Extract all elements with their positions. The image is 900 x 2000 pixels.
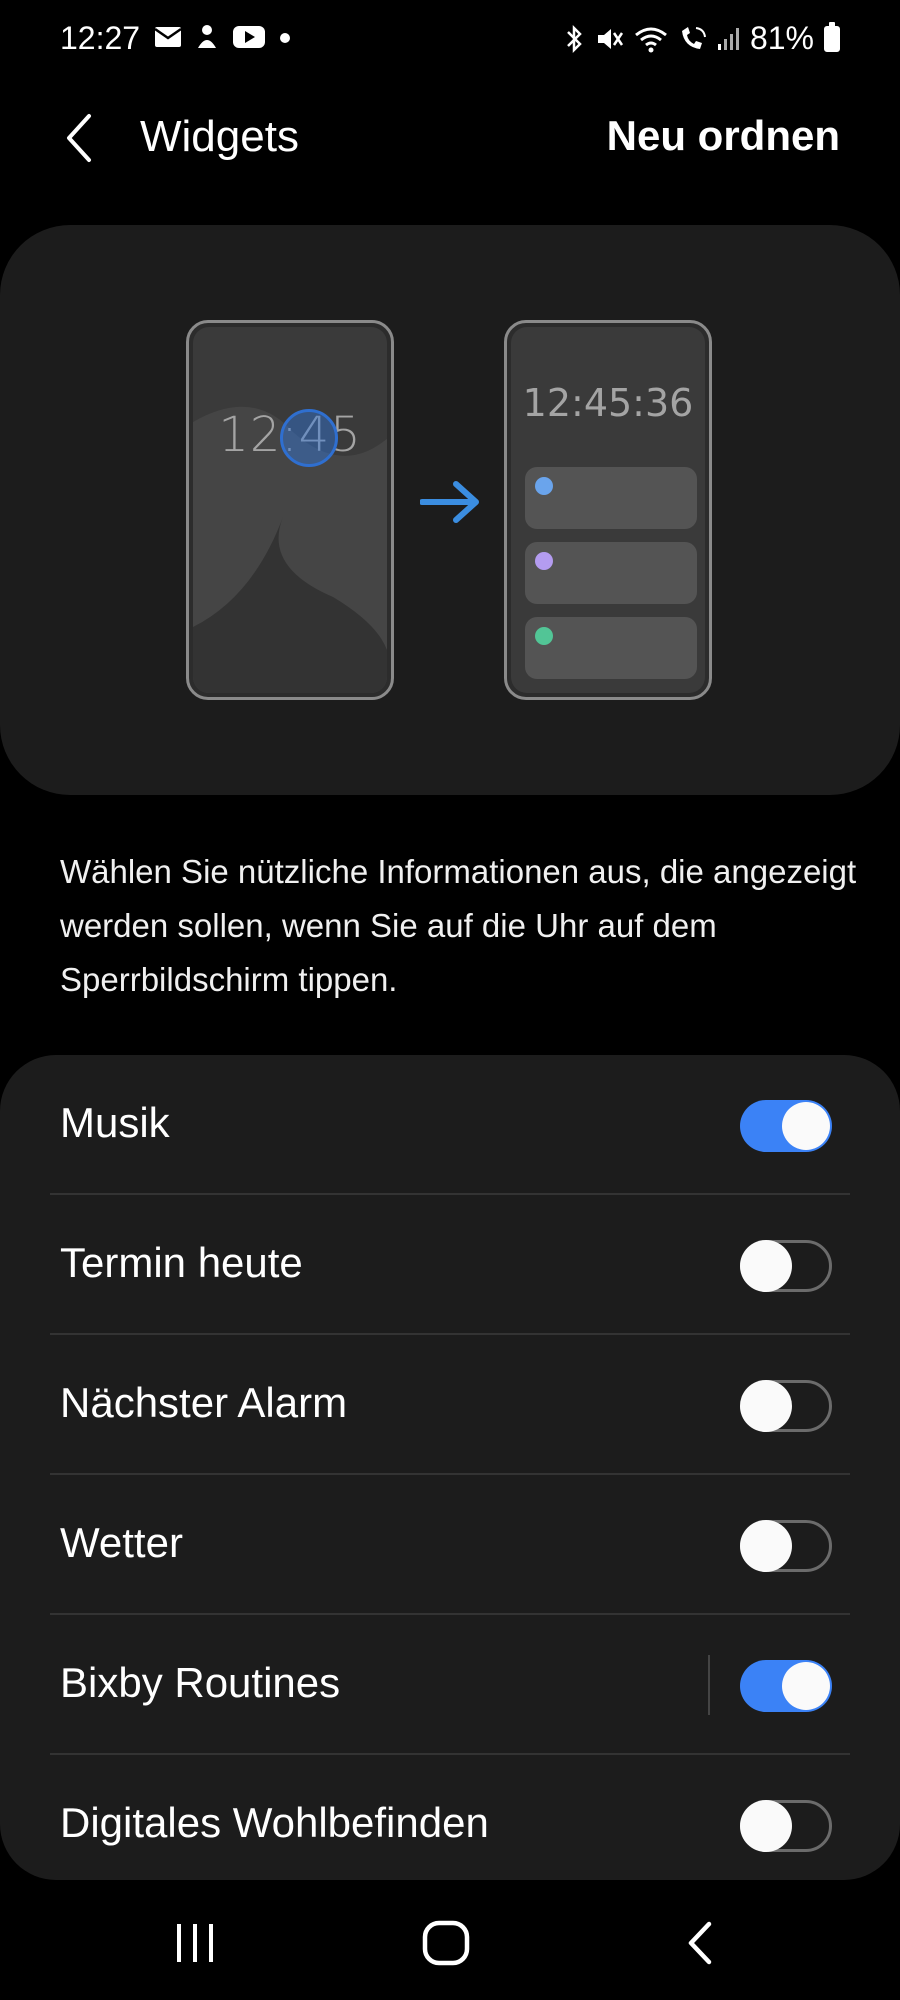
battery-percent: 81% (749, 20, 814, 56)
mute-icon (594, 25, 624, 53)
dot-icon (279, 31, 291, 49)
toggle-switch[interactable] (740, 1380, 832, 1432)
recents-button[interactable] (165, 1918, 225, 1968)
setting-label: Wetter (60, 1519, 183, 1566)
widget-settings-list: Musik Termin heute Nächster Alarm Wetter… (0, 1055, 900, 1880)
home-button[interactable] (416, 1918, 476, 1968)
home-icon (422, 1920, 470, 1966)
widget-preview (525, 467, 697, 529)
chevron-left-icon (67, 114, 91, 162)
bluetooth-icon (564, 24, 584, 54)
vertical-divider (708, 1655, 710, 1715)
youtube-icon (233, 26, 265, 53)
toggle-switch[interactable] (740, 1800, 832, 1852)
illustration-clock-expanded: 12:45:36 (522, 381, 694, 425)
back-icon (688, 1921, 712, 1965)
arrow-right-icon (420, 481, 479, 523)
signal-icon (717, 26, 740, 52)
toggle-switch[interactable] (740, 1520, 832, 1572)
widget-preview (525, 617, 697, 679)
navigation-bar (0, 1880, 900, 2000)
nav-back-button[interactable] (670, 1918, 730, 1968)
illustration-card: 12:45 12:45:36 (0, 225, 900, 795)
wifi-call-icon (678, 25, 708, 53)
recents-icon (177, 1924, 213, 1962)
toggle-switch[interactable] (740, 1660, 832, 1712)
email-icon (154, 27, 182, 52)
setting-label: Bixby Routines (60, 1659, 341, 1706)
back-button[interactable] (54, 108, 104, 168)
page-title: Widgets (140, 112, 299, 161)
phone-illustration-after: 12:45:36 (504, 320, 712, 700)
phone-illustration-before: 12:45 (186, 320, 394, 700)
setting-row-bixby-routines[interactable]: Bixby Routines (0, 1615, 900, 1755)
setting-row-termin-heute[interactable]: Termin heute (0, 1195, 900, 1335)
notification-icon (195, 24, 219, 55)
status-time: 12:27 (60, 20, 141, 56)
battery-icon (824, 21, 840, 52)
setting-label: Musik (60, 1099, 170, 1146)
wifi-icon (634, 25, 668, 53)
reorder-button[interactable]: Neu ordnen (607, 112, 840, 160)
status-bar: 12:27 81% (0, 0, 900, 80)
setting-label: Nächster Alarm (60, 1379, 348, 1426)
toggle-switch[interactable] (740, 1100, 832, 1152)
setting-row-musik[interactable]: Musik (0, 1055, 900, 1195)
setting-label: Digitales Wohlbefinden (60, 1799, 489, 1846)
tap-indicator (280, 409, 338, 467)
setting-label: Termin heute (60, 1239, 303, 1286)
setting-row-naechster-alarm[interactable]: Nächster Alarm (0, 1335, 900, 1475)
toggle-switch[interactable] (740, 1240, 832, 1292)
app-header: Widgets Neu ordnen (0, 100, 900, 180)
setting-row-wetter[interactable]: Wetter (0, 1475, 900, 1615)
description-text: Wählen Sie nützliche Informationen aus, … (60, 853, 857, 998)
widget-preview (525, 542, 697, 604)
setting-row-digitales-wohlbefinden[interactable]: Digitales Wohlbefinden (0, 1755, 900, 1880)
